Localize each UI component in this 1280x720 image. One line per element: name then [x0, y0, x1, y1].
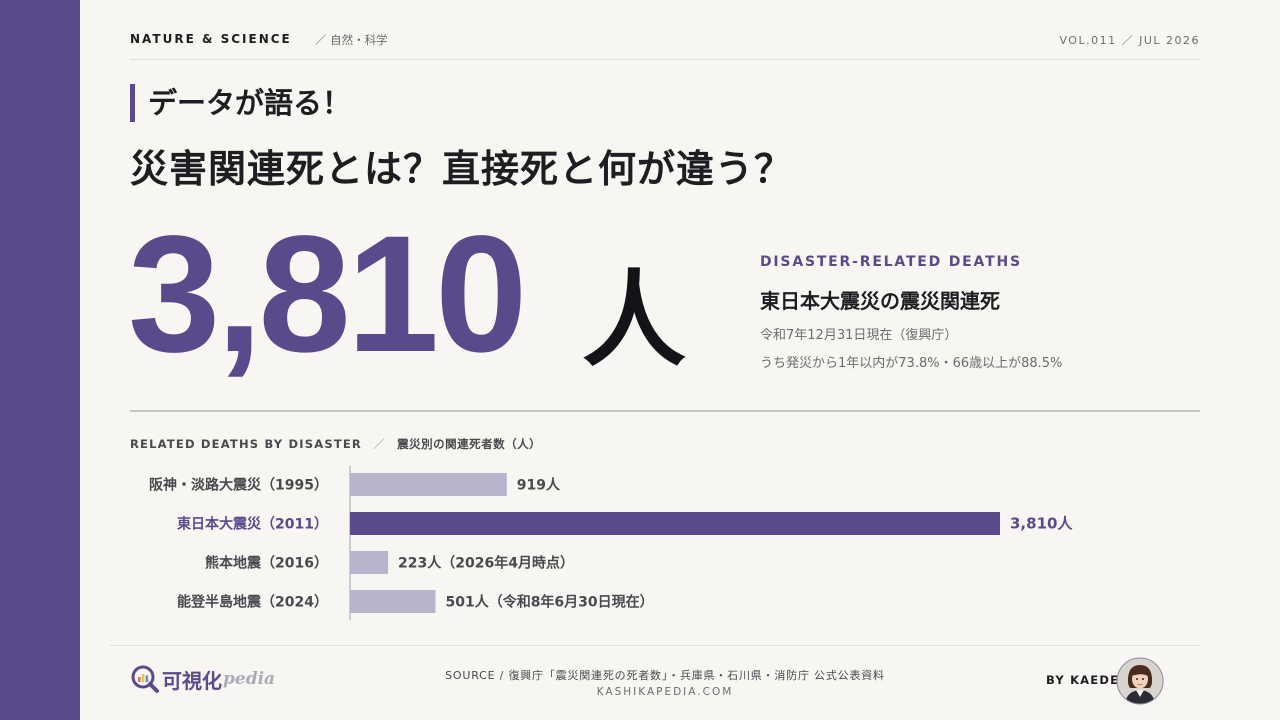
header-category: NATURE & SCIENCE: [130, 32, 292, 46]
page-title: 災害関連死とは？直接死と何が違う？: [130, 147, 794, 191]
headline-number: 3,810: [128, 202, 527, 387]
section-divider: [130, 410, 1200, 412]
chart-value-label: 223人（2026年4月時点）: [398, 555, 574, 572]
headline-unit: 人: [582, 259, 687, 381]
chart-category-label: 熊本地震（2016）: [205, 555, 328, 572]
stat-label-jp: 東日本大震災の震災関連死: [760, 289, 1000, 313]
chart-bar: [350, 473, 507, 496]
chart-value-label: 919人: [517, 477, 561, 494]
magnifier-chart-icon: [131, 665, 159, 693]
chart-bar: [350, 590, 436, 613]
kicker: データが語る！: [130, 84, 351, 122]
source-credit: SOURCE / 復興庁「震災関連死の死者数」・兵庫県・石川県・消防庁 公式公表…: [445, 669, 885, 682]
stat-note-breakdown: うち発災から1年以内が73.8%・66歳以上が88.5%: [760, 356, 1063, 371]
bar-chart: 阪神・淡路大震災（1995） 919人東日本大震災（2011） 3,810人熊本地震…: [149, 466, 1073, 620]
header-category-jp: ／ 自然・科学: [315, 33, 388, 47]
chart-bar: [350, 512, 1000, 535]
logo-wordmark: 可視化: [162, 668, 222, 693]
chart-category-label: 東日本大震災（2011）: [177, 516, 328, 533]
chart-value-label: 501人（令和8年6月30日現在）: [445, 594, 653, 611]
chart-heading: RELATED DEATHS BY DISASTER ／ 震災別の関連死者数（人…: [130, 436, 541, 452]
chart-heading-en: RELATED DEATHS BY DISASTER: [130, 437, 362, 451]
site-url[interactable]: KASHIKAPEDIA.COM: [330, 686, 1000, 698]
brand-logo: 可視化 pedia: [130, 664, 275, 694]
footer-divider: [110, 645, 1200, 646]
avatar: [1116, 657, 1164, 705]
chart-heading-separator: ／: [373, 437, 386, 451]
chart-value-label: 3,810人: [1010, 515, 1073, 533]
stat-note-date: 令和7年12月31日現在（復興庁）: [760, 328, 958, 343]
header-volume: VOL.011 ／ JUL 2026: [1059, 34, 1200, 47]
chart-heading-jp: 震災別の関連死者数（人）: [397, 437, 542, 451]
chart-category-label: 能登半島地震（2024）: [177, 594, 328, 611]
logo-suffix: pedia: [223, 669, 276, 689]
header: NATURE & SCIENCE ／ 自然・科学 VOL.011 ／ JUL 2…: [130, 32, 1200, 60]
chart-category-label: 阪神・淡路大震災（1995）: [149, 477, 328, 494]
stat-label-en: DISASTER-RELATED DEATHS: [760, 254, 1022, 270]
chart-bar: [350, 551, 389, 574]
author-byline: BY KAEDE: [1046, 673, 1120, 687]
